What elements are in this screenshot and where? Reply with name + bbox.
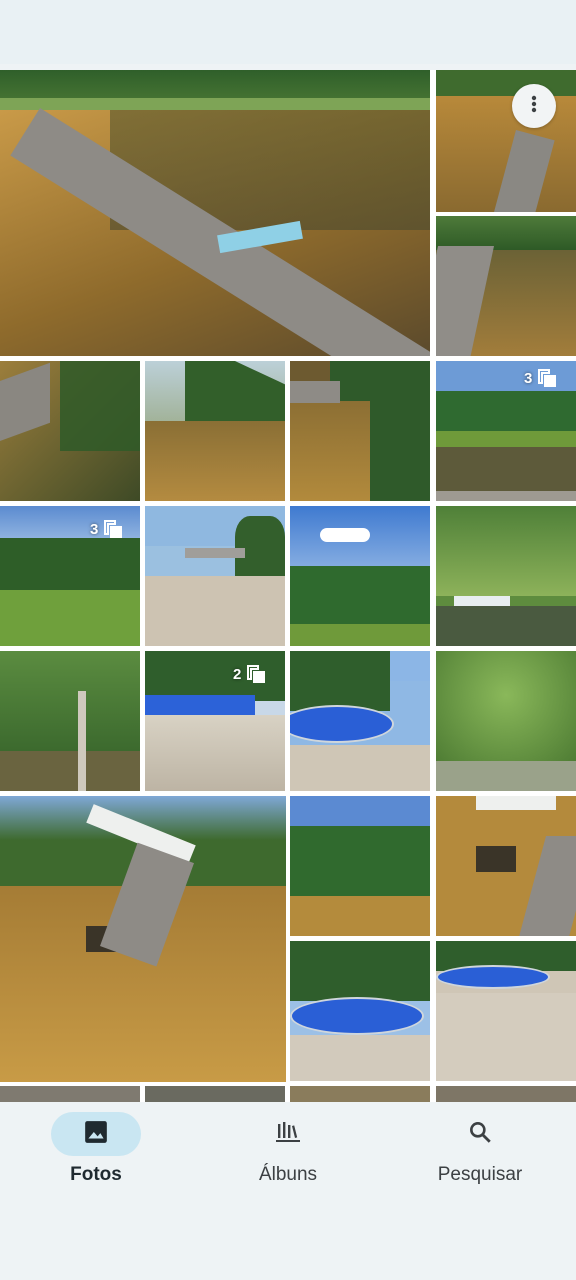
- stack-icon: [245, 663, 267, 685]
- photo-tile[interactable]: [436, 506, 576, 646]
- photo-tile[interactable]: [290, 651, 430, 791]
- photo-tile[interactable]: 2: [145, 651, 285, 791]
- nav-icon-container: [243, 1112, 333, 1156]
- bottom-navigation: Fotos Álbuns Pesquisar: [0, 1102, 576, 1280]
- photo-tile[interactable]: [436, 216, 576, 356]
- photo-tile[interactable]: [0, 1086, 140, 1102]
- photo-tile[interactable]: [436, 941, 576, 1081]
- stack-icon: [536, 367, 558, 389]
- multi-photo-badge: 2: [233, 663, 267, 685]
- photo-tile[interactable]: [145, 361, 285, 501]
- nav-label: Álbuns: [258, 1164, 318, 1185]
- photo-tile[interactable]: [290, 941, 430, 1081]
- photo-tile[interactable]: [0, 70, 430, 356]
- photo-tile[interactable]: [290, 796, 430, 936]
- photo-tile[interactable]: [436, 796, 576, 936]
- nav-icon-container: [435, 1112, 525, 1156]
- nav-label: Fotos: [70, 1164, 122, 1185]
- stack-icon: [102, 518, 124, 540]
- photo-tile[interactable]: [145, 1086, 285, 1102]
- badge-count: 2: [233, 665, 242, 683]
- library-icon: [274, 1120, 302, 1149]
- badge-count: 3: [524, 369, 533, 387]
- multi-photo-badge: 3: [90, 518, 124, 540]
- photo-tile[interactable]: [290, 361, 430, 501]
- status-bar: [0, 0, 576, 64]
- photo-grid: 3 3 2: [0, 70, 576, 1102]
- photo-tile[interactable]: [436, 1086, 576, 1102]
- photo-icon: [83, 1119, 109, 1150]
- nav-item-albuns[interactable]: Álbuns: [198, 1112, 378, 1186]
- photo-tile[interactable]: [436, 651, 576, 791]
- photo-tile[interactable]: [0, 361, 140, 501]
- badge-count: 3: [90, 520, 99, 538]
- nav-item-fotos[interactable]: Fotos: [6, 1112, 186, 1186]
- photo-tile[interactable]: [0, 796, 286, 1082]
- nav-label: Pesquisar: [437, 1164, 523, 1185]
- photo-tile[interactable]: [0, 651, 140, 791]
- photo-tile[interactable]: 3: [436, 361, 576, 501]
- photo-tile[interactable]: [145, 506, 285, 646]
- more-options-button[interactable]: [512, 84, 556, 128]
- photo-tile[interactable]: [290, 506, 430, 646]
- more-vert-icon: [524, 94, 544, 119]
- photo-tile[interactable]: 3: [0, 506, 140, 646]
- photo-tile[interactable]: [436, 70, 576, 212]
- nav-item-pesquisar[interactable]: Pesquisar: [390, 1112, 570, 1186]
- search-icon: [467, 1119, 493, 1150]
- nav-active-indicator: [51, 1112, 141, 1156]
- multi-photo-badge: 3: [524, 367, 558, 389]
- photo-tile[interactable]: [290, 1086, 430, 1102]
